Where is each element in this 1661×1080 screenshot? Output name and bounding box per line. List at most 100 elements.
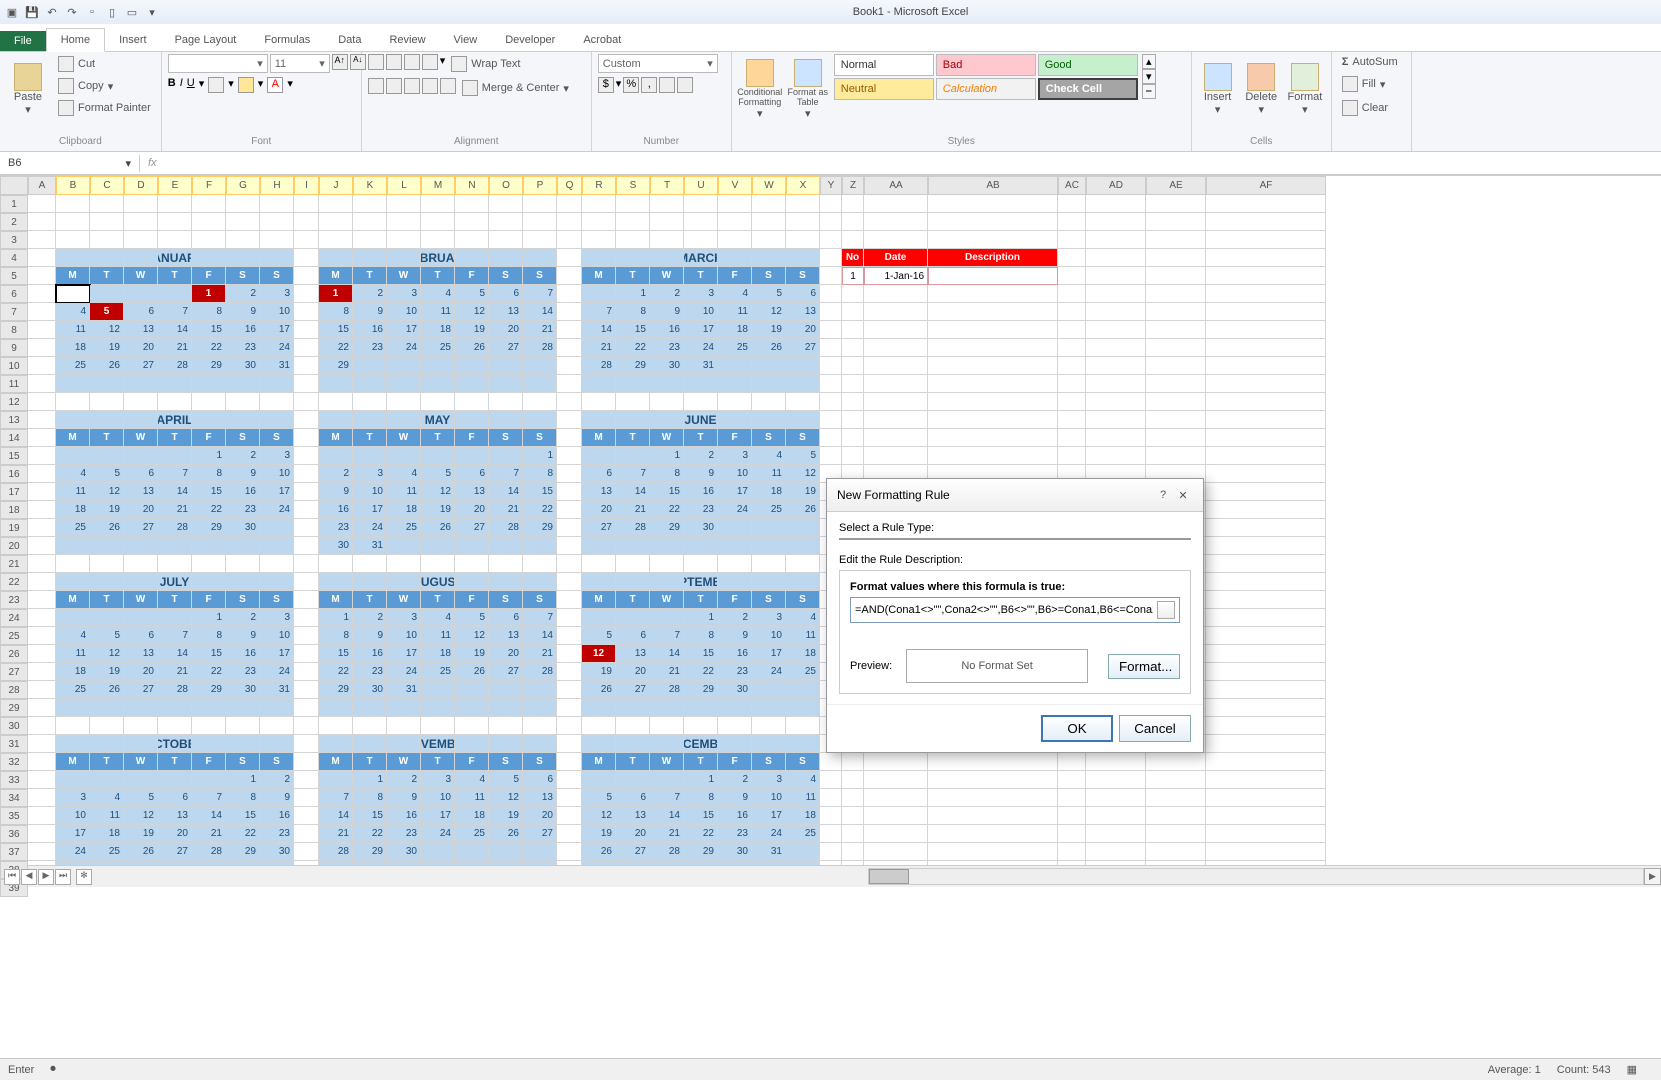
cell-AA14[interactable] [864, 429, 928, 447]
cell-G12[interactable] [226, 393, 260, 411]
cell-F29[interactable] [192, 699, 226, 717]
cell-X36[interactable]: 25 [786, 825, 820, 843]
cell-C19[interactable]: 26 [90, 519, 124, 537]
cell-C18[interactable]: 19 [90, 501, 124, 519]
cell-A5[interactable] [28, 267, 56, 285]
cell-U14[interactable]: T [684, 429, 718, 447]
cell-D28[interactable]: 27 [124, 681, 158, 699]
cell-N24[interactable]: 5 [455, 609, 489, 627]
cell-C21[interactable] [90, 555, 124, 573]
save-icon[interactable]: 💾 [24, 4, 40, 20]
cell-AD37[interactable] [1086, 843, 1146, 861]
cell-B35[interactable]: 10 [56, 807, 90, 825]
cell-X12[interactable] [786, 393, 820, 411]
cell-Q31[interactable] [557, 735, 582, 753]
cell-O25[interactable]: 13 [489, 627, 523, 645]
row-hdr-12[interactable]: 12 [0, 393, 28, 411]
font-color-icon[interactable]: A [267, 77, 283, 93]
cell-E8[interactable]: 14 [158, 321, 192, 339]
cell-N35[interactable]: 18 [455, 807, 489, 825]
cell-X7[interactable]: 13 [786, 303, 820, 321]
cell-O21[interactable] [489, 555, 523, 573]
cell-H24[interactable]: 3 [260, 609, 294, 627]
cell-G20[interactable] [226, 537, 260, 555]
cell-S1[interactable] [616, 195, 650, 213]
cell-AB11[interactable] [928, 375, 1058, 393]
cell-S8[interactable]: 15 [616, 321, 650, 339]
tab-page-layout[interactable]: Page Layout [161, 29, 251, 51]
cell-AE5[interactable] [1146, 267, 1206, 285]
cell-E11[interactable] [158, 375, 192, 393]
cell-AF29[interactable] [1206, 699, 1326, 717]
cell-W38[interactable] [752, 861, 786, 865]
cell-W10[interactable] [752, 357, 786, 375]
cell-X11[interactable] [786, 375, 820, 393]
cell-C11[interactable] [90, 375, 124, 393]
cell-O23[interactable]: S [489, 591, 523, 609]
col-hdr-AD[interactable]: AD [1086, 176, 1146, 195]
cell-U21[interactable] [684, 555, 718, 573]
cell-G31[interactable] [226, 735, 260, 753]
cell-X25[interactable]: 11 [786, 627, 820, 645]
cell-S34[interactable]: 6 [616, 789, 650, 807]
tab-home[interactable]: Home [46, 28, 105, 52]
cell-M14[interactable]: T [421, 429, 455, 447]
cell-O3[interactable] [489, 231, 523, 249]
cell-S30[interactable] [616, 717, 650, 735]
cell-F15[interactable]: 1 [192, 447, 226, 465]
cell-F16[interactable]: 8 [192, 465, 226, 483]
cell-N10[interactable] [455, 357, 489, 375]
cell-S2[interactable] [616, 213, 650, 231]
align-top-icon[interactable] [368, 54, 384, 70]
cell-AD6[interactable] [1086, 285, 1146, 303]
cell-J28[interactable]: 29 [319, 681, 353, 699]
cell-Q11[interactable] [557, 375, 582, 393]
cell-AD32[interactable] [1086, 753, 1146, 771]
cell-O19[interactable]: 28 [489, 519, 523, 537]
cell-M31[interactable]: NOVEMBER [421, 735, 455, 753]
cell-X3[interactable] [786, 231, 820, 249]
cell-E15[interactable] [158, 447, 192, 465]
row-hdr-30[interactable]: 30 [0, 717, 28, 735]
cell-T8[interactable]: 16 [650, 321, 684, 339]
cell-D25[interactable]: 6 [124, 627, 158, 645]
cell-AD35[interactable] [1086, 807, 1146, 825]
cell-H21[interactable] [260, 555, 294, 573]
cell-AA1[interactable] [864, 195, 928, 213]
cell-Z11[interactable] [842, 375, 864, 393]
row-hdr-24[interactable]: 24 [0, 609, 28, 627]
cell-F38[interactable] [192, 861, 226, 865]
cell-A6[interactable] [28, 285, 56, 303]
cell-H6[interactable]: 3 [260, 285, 294, 303]
cell-C37[interactable]: 25 [90, 843, 124, 861]
cell-B21[interactable] [56, 555, 90, 573]
cell-X9[interactable]: 27 [786, 339, 820, 357]
cell-Q4[interactable] [557, 249, 582, 267]
cell-AF8[interactable] [1206, 321, 1326, 339]
cell-M19[interactable]: 26 [421, 519, 455, 537]
cell-AB32[interactable] [928, 753, 1058, 771]
wrap-text-button[interactable]: Wrap Text [447, 54, 524, 74]
cell-E30[interactable] [158, 717, 192, 735]
cell-U4[interactable]: MARCH [684, 249, 718, 267]
cell-M28[interactable] [421, 681, 455, 699]
cell-D9[interactable]: 20 [124, 339, 158, 357]
cell-AB6[interactable] [928, 285, 1058, 303]
cell-U16[interactable]: 9 [684, 465, 718, 483]
cell-K14[interactable]: T [353, 429, 387, 447]
cell-AF22[interactable] [1206, 573, 1326, 591]
cell-D26[interactable]: 13 [124, 645, 158, 663]
cell-D23[interactable]: W [124, 591, 158, 609]
cell-R29[interactable] [582, 699, 616, 717]
cell-B16[interactable]: 4 [56, 465, 90, 483]
cell-W12[interactable] [752, 393, 786, 411]
cell-T3[interactable] [650, 231, 684, 249]
cell-AB2[interactable] [928, 213, 1058, 231]
cell-L38[interactable] [387, 861, 421, 865]
cell-A17[interactable] [28, 483, 56, 501]
cell-T29[interactable] [650, 699, 684, 717]
cell-V32[interactable]: F [718, 753, 752, 771]
cell-V36[interactable]: 23 [718, 825, 752, 843]
cell-Z2[interactable] [842, 213, 864, 231]
cell-X22[interactable] [786, 573, 820, 591]
